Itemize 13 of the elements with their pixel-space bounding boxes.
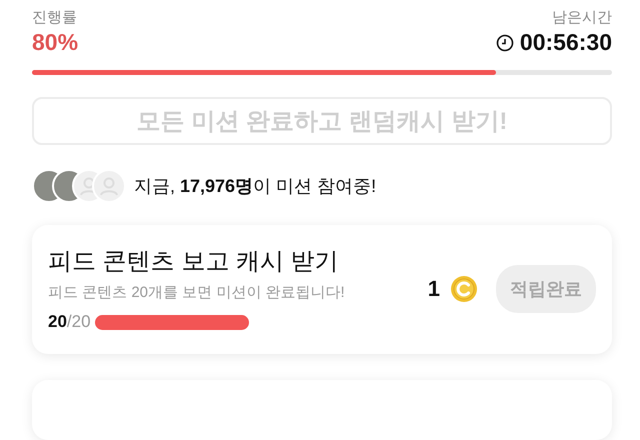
reward-amount: 1 bbox=[428, 276, 440, 302]
timer-value: 00:56:30 bbox=[520, 29, 612, 56]
person-icon bbox=[98, 175, 120, 197]
mission-total: /20 bbox=[66, 312, 91, 332]
mission-title: 피드 콘텐츠 보고 캐시 받기 bbox=[48, 247, 340, 277]
progress-label: 진행률 bbox=[32, 8, 77, 27]
clock-icon bbox=[496, 34, 514, 52]
mission-description: 피드 콘텐츠 20개를 보면 미션이 완료됩니다! bbox=[48, 283, 346, 302]
progress-percent: 80% bbox=[32, 29, 78, 56]
participants-text: 지금, 17,976명이 미션 참여중! bbox=[134, 175, 376, 198]
coin-icon bbox=[450, 274, 478, 302]
mission-count: 20 bbox=[48, 312, 67, 332]
timer-label: 남은시간 bbox=[552, 8, 612, 27]
